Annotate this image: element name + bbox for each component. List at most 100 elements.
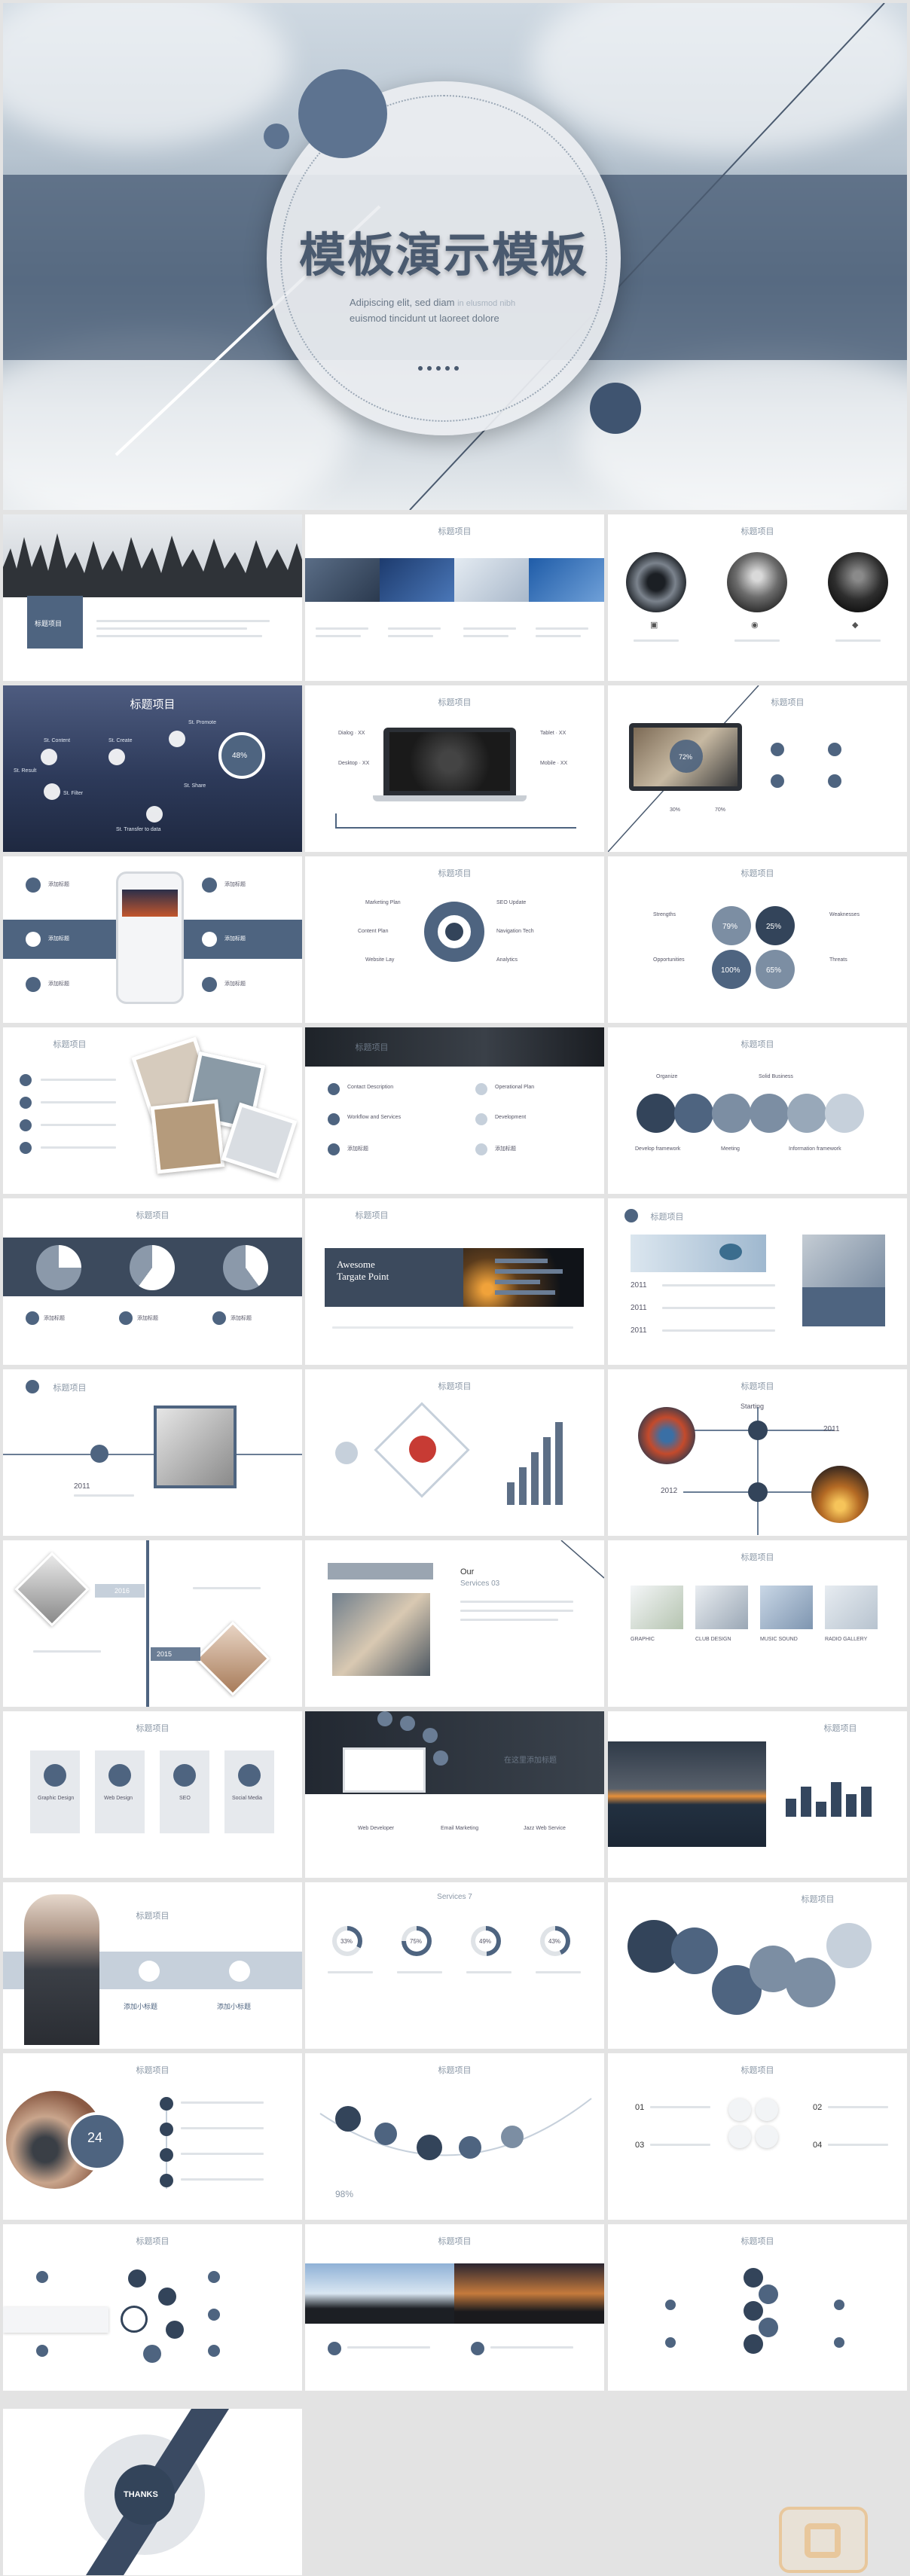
- slide-thumbnail[interactable]: 标题项目: [608, 2224, 907, 2391]
- slide-thumbnail[interactable]: 标题项目 98%: [305, 2053, 604, 2220]
- value-100: 100%: [721, 966, 741, 975]
- step-label: Organize: [656, 1074, 678, 1079]
- slide-thumbnail[interactable]: 标题项目 GRAPHIC CLUB DESIGN MUSIC SOUND RAD…: [608, 1540, 907, 1707]
- slide-header: 标题项目: [741, 1553, 774, 1562]
- slide-header: 标题项目: [741, 1382, 774, 1391]
- slide-thumbnail[interactable]: 标题项目 Marketing Plan SEO Update Content P…: [305, 856, 604, 1023]
- item-label: 添加标题: [48, 981, 69, 987]
- item-label: 添加标题: [48, 882, 69, 887]
- swot-label: Weaknesses: [829, 912, 860, 917]
- forest-silhouette: [3, 533, 302, 597]
- item-label: Content Plan: [358, 929, 389, 934]
- slide-thumbnail[interactable]: 标题项目: [3, 1027, 302, 1194]
- node-label: St. Share: [184, 783, 206, 789]
- shape-icon: ◆: [852, 621, 859, 630]
- hero-medium-dot: [590, 383, 641, 434]
- item-label: 添加标题: [48, 936, 69, 942]
- device-label: Dialog · XX: [338, 731, 365, 736]
- slide-thumbnail[interactable]: 标题项目: [608, 1882, 907, 2049]
- device-label: Desktop · XX: [338, 761, 370, 766]
- item-label: 添加标题: [495, 1146, 516, 1152]
- node-label: St. Promote: [188, 720, 216, 725]
- percent-value: 98%: [335, 2189, 354, 2199]
- decor-lines: [560, 1540, 604, 1579]
- feature-label: Email Marketing: [441, 1826, 479, 1831]
- hero-small-dot: [264, 124, 289, 149]
- item-label: Development: [495, 1115, 527, 1120]
- year-label: 2011: [823, 1425, 840, 1433]
- slide-header: 标题项目: [438, 869, 472, 878]
- year-label: 2011: [631, 1304, 647, 1312]
- device-label: Mobile · XX: [540, 761, 568, 766]
- slide-thumbnail[interactable]: Services 7 33% 75% 49% 43%: [305, 1882, 604, 2049]
- slide-thumbnail[interactable]: 标题项目: [305, 1369, 604, 1536]
- hero-page-dots: [416, 361, 461, 374]
- slide-header: 标题项目: [650, 1213, 684, 1222]
- slide-header: 标题项目: [823, 1724, 857, 1733]
- percent-value: 72%: [679, 753, 693, 761]
- slide-thumbnail[interactable]: 标题项目 添加标题 添加标题 添加标题: [3, 1198, 302, 1365]
- year-label: 2016: [115, 1587, 130, 1595]
- slide-thumbnail[interactable]: 标题项目 Contact Description Operational Pla…: [305, 1027, 604, 1194]
- item-label: Marketing Plan: [365, 900, 401, 905]
- slide-thumbnail[interactable]: 标题项目: [305, 2224, 604, 2391]
- slide-header: 标题项目: [438, 1382, 472, 1391]
- slide-thumbnail[interactable]: 标题项目 01 02 03 04: [608, 2053, 907, 2220]
- title-line2: Targate Point: [337, 1271, 389, 1282]
- subtitle-line2: euismod tincidunt ut laoreet dolore: [350, 313, 499, 324]
- slide-thumbnail[interactable]: 标题项目: [3, 2224, 302, 2391]
- swot-label: Opportunities: [653, 957, 685, 963]
- slide-thumbnail[interactable]: 标题项目 2011 2011 2011: [608, 1198, 907, 1365]
- item-label: Navigation Tech: [496, 929, 534, 934]
- slide-thumbnail[interactable]: 标题项目: [608, 1711, 907, 1878]
- slide-thumbnail[interactable]: 标题项目 添加小标题 添加小标题: [3, 1882, 302, 2049]
- feature-label: Jazz Web Service: [524, 1826, 566, 1831]
- gallery-label: CLUB DESIGN: [695, 1637, 731, 1642]
- slide-thumbnail[interactable]: 标题项目: [305, 514, 604, 681]
- slide-header: 标题项目: [438, 527, 472, 536]
- slide-thumbnail[interactable]: 标题项目 Organize Solid Business Develop fra…: [608, 1027, 907, 1194]
- hero-slide[interactable]: 模板演示模板 Adipiscing elit, sed diam in elus…: [3, 3, 907, 510]
- slide-tag: 标题项目: [35, 620, 63, 627]
- step-label: Develop framework: [635, 1146, 681, 1152]
- slide-thumbnail[interactable]: 标题项目 Starting 2011 2012: [608, 1369, 907, 1536]
- start-label: Starting: [741, 1402, 765, 1410]
- slide-thumbnail[interactable]: 标题项目 ▣ ◉ ◆: [608, 514, 907, 681]
- step-number: 03: [635, 2141, 645, 2150]
- service-label: SEO: [179, 1796, 191, 1801]
- step-label: Solid Business: [759, 1074, 793, 1079]
- hero-accent-dot: [298, 69, 387, 158]
- slide-thumbnail[interactable]: 标题项目 2011: [3, 1369, 302, 1536]
- value-49: 49%: [479, 1938, 492, 1945]
- slide-header: Services 7: [437, 1893, 472, 1901]
- slide-header: 标题项目: [741, 2237, 774, 2246]
- slide-thumbnail[interactable]: 标题项目: [3, 514, 302, 681]
- node-label: St. Filter: [63, 791, 84, 796]
- slide-thumbnail[interactable]: 添加标题 添加标题 添加标题 添加标题 添加标题 添加标题: [3, 856, 302, 1023]
- slide-thumbnail[interactable]: Our Services 03: [305, 1540, 604, 1707]
- slide-thumbnail[interactable]: 标题项目 48% St. Content St. Create St. Prom…: [3, 685, 302, 852]
- slide-thumbnail[interactable]: 标题项目 79% 25% 100% 65% Strengths Weakness…: [608, 856, 907, 1023]
- slide-header: 标题项目: [438, 2237, 472, 2246]
- subtitle-faint: in elusmod nibh: [457, 299, 516, 308]
- slide-thumbnail[interactable]: 标题项目 72% 30% 70%: [608, 685, 907, 852]
- year-label: 2012: [661, 1487, 678, 1495]
- step-label: Information framework: [789, 1146, 841, 1152]
- slide-thumbnail[interactable]: 在这里添加标题 Web Developer Email Marketing Ja…: [305, 1711, 604, 1878]
- slide-title: 标题项目: [130, 698, 176, 711]
- slide-thumbnail[interactable]: 标题项目 Graphic Design Web Design SEO Socia…: [3, 1711, 302, 1878]
- slide-overview-page: 模板演示模板 Adipiscing elit, sed diam in elus…: [0, 0, 910, 2576]
- service-label: Graphic Design: [38, 1796, 75, 1801]
- slide-thumbnail[interactable]: 标题项目 24: [3, 2053, 302, 2220]
- hero-subtitle: Adipiscing elit, sed diam in elusmod nib…: [350, 295, 576, 326]
- slide-thumbnail[interactable]: 标题项目 Dialog · XX Desktop · XX Tablet · X…: [305, 685, 604, 852]
- slide-header: 标题项目: [741, 527, 774, 536]
- value-65: 65%: [766, 966, 782, 975]
- step-number: 04: [813, 2141, 823, 2150]
- title-line1: Awesome: [337, 1259, 375, 1270]
- item-label: Contact Description: [347, 1085, 394, 1090]
- subtitle-line1: Adipiscing elit, sed diam: [350, 297, 455, 308]
- thanks-slide[interactable]: THANKS: [3, 2409, 302, 2575]
- slide-thumbnail[interactable]: 标题项目 Awesome Targate Point: [305, 1198, 604, 1365]
- slide-thumbnail[interactable]: 2016 2015: [3, 1540, 302, 1707]
